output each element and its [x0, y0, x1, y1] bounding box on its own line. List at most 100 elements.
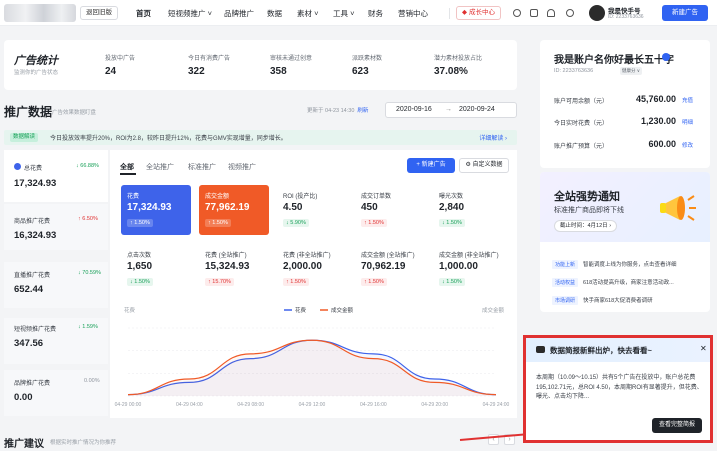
- side-metric-product[interactable]: 商品推广花费 ↑ 6.50% 16,324.93: [4, 204, 108, 250]
- popup-icon: [536, 346, 545, 353]
- tab-video[interactable]: 视频推广: [228, 162, 256, 172]
- health-score-badge[interactable]: 健康分 ∨: [620, 67, 643, 75]
- side-metric-total[interactable]: 总花费 ↓ 66.88% 17,324.93: [4, 150, 108, 202]
- popup-title: 数据简报新鲜出炉，快去看看~: [550, 346, 652, 355]
- bell-icon[interactable]: [547, 9, 555, 17]
- back-to-old-version-button[interactable]: 退回旧版: [80, 6, 118, 20]
- ad-summary-card: 广告统计 监测你的广告状态 投放中广告 24 今日有消费广告 322 审核未通过…: [4, 40, 517, 90]
- metric-label: 成交金额 (全站推广): [361, 253, 415, 259]
- side-metric-brand[interactable]: 品牌推广花费 0.00% 0.00: [4, 370, 108, 416]
- news-item[interactable]: 功能上新 智能调度上线为你服务，点击查看详细: [552, 260, 677, 269]
- next-page-button[interactable]: ›: [504, 434, 515, 445]
- stat-label: 审核未通过创意: [270, 56, 313, 62]
- megaphone-icon: [660, 195, 696, 221]
- summary-title: 广告统计: [14, 55, 58, 67]
- metric-card-clicks[interactable]: 点击次数 1,650 ↓ 1.50%: [121, 244, 191, 294]
- news-item[interactable]: 活动权益 618活动提高升级，商家注意活动政...: [552, 278, 674, 287]
- stat-value[interactable]: 623: [352, 66, 369, 77]
- metric-label: 花费 (全站推广): [205, 253, 247, 259]
- stat-value[interactable]: 322: [188, 66, 205, 77]
- budget-label: 账户推广预算（元）: [554, 144, 609, 150]
- growth-center-button[interactable]: ◆ 成长中心: [456, 6, 501, 20]
- suggestions-title: 推广建议: [4, 439, 44, 450]
- side-metric-value: 652.44: [14, 284, 44, 295]
- metric-label: ROI (投产比): [283, 194, 318, 200]
- tab-standard[interactable]: 标准推广: [188, 162, 216, 172]
- news-item[interactable]: 市场调研 快手商家618大促消费者调研: [552, 296, 653, 305]
- news-tag: 功能上新: [552, 260, 578, 269]
- metric-card-orders[interactable]: 成交订单数 450 ↑ 1.50%: [355, 185, 425, 235]
- nav-short-video[interactable]: 短视频推广 ˅: [168, 8, 212, 19]
- new-ad-button[interactable]: 新建广告: [662, 5, 708, 21]
- modify-link[interactable]: 修改: [682, 141, 693, 149]
- metric-label: 花费 (非全站推广): [283, 253, 331, 259]
- metric-pct: ↑ 1.50%: [127, 219, 153, 227]
- date-range-picker[interactable]: 2020-09-16 → 2020-09-24: [385, 102, 517, 118]
- date-start[interactable]: 2020-09-16: [396, 103, 432, 117]
- stat-value[interactable]: 24: [105, 66, 116, 77]
- avatar[interactable]: [589, 5, 605, 21]
- top-nav-bar: 退回旧版 首页 短视频推广 ˅ 品牌推广 数据 素材 ˅ 工具 ˅ 财务 营销中…: [0, 0, 717, 26]
- metric-card-gmv-nonfullsite[interactable]: 成交金额 (非全站推广) 1,000.00 ↓ 1.50%: [433, 244, 503, 294]
- metric-card-roi[interactable]: ROI (投产比) 4.50 ↓ 5.90%: [277, 185, 347, 235]
- series-area-1: [128, 340, 496, 396]
- insight-text: 今日投放效率提升20%，ROI为2.8，较昨日提升12%，花费与GMV实现增量，…: [50, 136, 287, 142]
- side-metric-label: 总花费: [24, 166, 43, 172]
- metric-pct: ↓ 5.90%: [283, 219, 309, 227]
- metric-card-gmv-fullsite[interactable]: 成交金额 (全站推广) 70,962.19 ↑ 1.50%: [355, 244, 425, 294]
- metric-value: 450: [361, 202, 378, 213]
- settings-icon[interactable]: [513, 9, 521, 17]
- growth-center-label: 成长中心: [469, 9, 495, 16]
- chart-series: [127, 339, 497, 396]
- stat-value[interactable]: 37.08%: [434, 66, 468, 77]
- metric-value: 17,324.93: [127, 202, 172, 213]
- metric-label: 成交金额: [205, 194, 230, 200]
- nav-material[interactable]: 素材 ˅: [297, 8, 318, 19]
- insight-detail-link[interactable]: 详细解读 ›: [479, 133, 507, 142]
- stat-value[interactable]: 358: [270, 66, 287, 77]
- metric-card-spend-fullsite[interactable]: 花费 (全站推广) 15,324.93 ↑ 15.70%: [199, 244, 269, 294]
- side-metric-short-video[interactable]: 短视频推广花费 ↓ 1.59% 347.56: [4, 318, 108, 364]
- chart-ylabel-right: 成交金额: [482, 306, 505, 314]
- date-end[interactable]: 2020-09-24: [459, 103, 495, 117]
- metric-pct: ↑ 15.70%: [205, 278, 234, 286]
- recharge-link[interactable]: 充值: [682, 96, 693, 104]
- side-metric-live[interactable]: 直播推广花费 ↓ 70.59% 652.44: [4, 262, 108, 308]
- custom-data-button[interactable]: ⚙ 自定义数据: [459, 158, 509, 173]
- tab-active-indicator: [120, 173, 136, 175]
- detail-link[interactable]: 明细: [682, 118, 693, 126]
- notice-title: 全站强势通知: [554, 191, 620, 203]
- date-arrow-icon: →: [445, 106, 452, 113]
- nav-tools[interactable]: 工具 ˅: [333, 8, 354, 19]
- x-tick-label: 04-29 16:00: [360, 402, 387, 408]
- tab-full-site[interactable]: 全站推广: [146, 162, 174, 172]
- help-icon[interactable]: [566, 9, 574, 17]
- prev-page-button[interactable]: ‹: [488, 434, 499, 445]
- metric-card-spend-nonfullsite[interactable]: 花费 (非全站推广) 2,000.00 ↑ 1.50%: [277, 244, 347, 294]
- nav-brand[interactable]: 品牌推广: [224, 8, 254, 19]
- refresh-link[interactable]: 刷新: [357, 108, 368, 114]
- nav-home[interactable]: 首页: [136, 8, 151, 19]
- side-metric-pct: ↓ 70.59%: [78, 270, 101, 276]
- metric-card-impressions[interactable]: 曝光次数 2,840 ↓ 1.50%: [433, 185, 503, 235]
- notice-deadline[interactable]: 截止时间：4月12日 ›: [554, 220, 618, 232]
- view-full-brief-button[interactable]: 查看完整简报: [652, 418, 702, 433]
- metric-card-spend[interactable]: 花费 17,324.93 ↑ 1.50%: [121, 185, 191, 235]
- stat-label: 今日有消费广告: [188, 56, 231, 62]
- nav-marketing[interactable]: 营销中心: [398, 8, 428, 19]
- nav-finance[interactable]: 财务: [368, 8, 383, 19]
- notice-subtitle: 标准推广商品即将下线: [554, 207, 624, 214]
- tab-all[interactable]: 全部: [120, 162, 134, 172]
- new-ad-panel-button[interactable]: + 新建广告: [407, 158, 455, 173]
- today-spend-value: 1,230.00: [640, 116, 676, 126]
- balance-value: 45,760.00: [635, 94, 676, 104]
- metric-pct: ↑ 1.50%: [205, 219, 231, 227]
- legend-label: 成交金额: [331, 306, 354, 314]
- message-icon[interactable]: [530, 9, 538, 17]
- close-icon[interactable]: ✕: [700, 344, 707, 353]
- budget-value: 600.00: [648, 139, 676, 149]
- nav-data[interactable]: 数据: [267, 8, 282, 19]
- metric-card-gmv[interactable]: 成交金额 77,962.19 ↑ 1.50%: [199, 185, 269, 235]
- verified-icon: [662, 53, 670, 61]
- metric-label: 曝光次数: [439, 194, 464, 200]
